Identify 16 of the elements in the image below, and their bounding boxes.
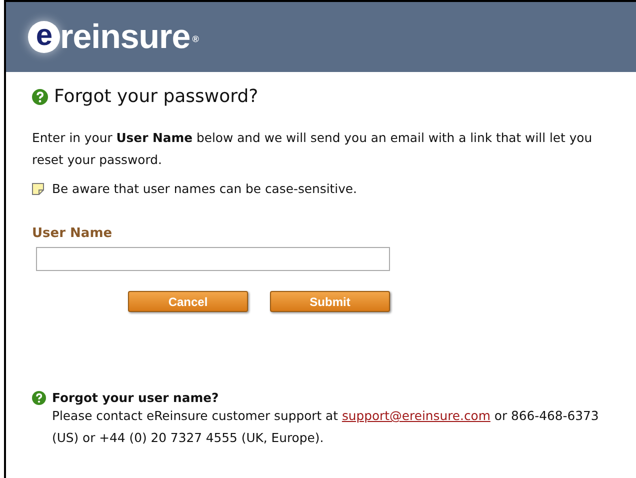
help-icon — [32, 390, 46, 404]
note-icon — [32, 182, 44, 194]
help-title: Forgot your user name? — [52, 390, 219, 405]
help-icon — [32, 88, 48, 104]
submit-button[interactable]: Submit — [270, 291, 390, 312]
intro-text: Enter in your User Name below and we will send you an email with a link that will let you reset your password. — [32, 129, 594, 169]
cancel-button[interactable]: Cancel — [128, 291, 248, 312]
logo-text: reinsure — [60, 18, 190, 56]
support-email-link[interactable]: support@ereinsure.com — [342, 408, 490, 423]
page-title: Forgot your password? — [54, 86, 258, 107]
registered-mark: ® — [192, 34, 198, 44]
logo-mark: e — [28, 21, 60, 53]
user-name-field[interactable] — [36, 247, 390, 271]
field-label: User Name — [32, 226, 112, 241]
help-text: Please contact eReinsure customer support at support@ereinsure.com or 866-468-6373 (US) or +44 (0) 20 7327 4555 (UK, Europe). — [52, 407, 600, 447]
note-text: Be aware that user names can be case-sensitive. — [52, 181, 357, 196]
